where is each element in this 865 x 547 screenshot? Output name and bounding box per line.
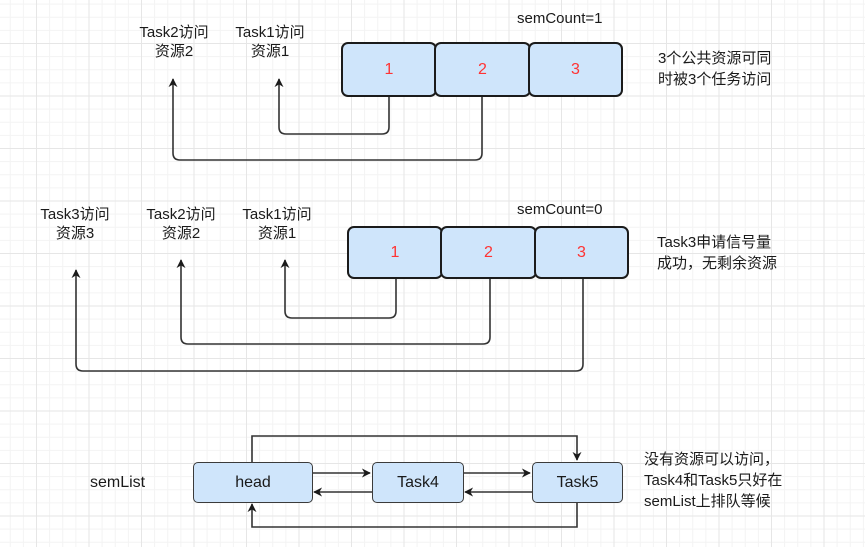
resource-box: 1	[347, 226, 443, 279]
task-label: Task1访问 资源1	[242, 206, 312, 242]
arrow-resource3-to-task3	[71, 269, 584, 372]
resource-box: 2	[440, 226, 537, 279]
task-label: Task3访问 资源3	[40, 206, 110, 242]
link-task5-next-head	[247, 502, 578, 528]
link-head-prev-task5	[251, 435, 582, 462]
resource-box: 3	[528, 42, 623, 97]
annotation-note: Task3申请信号量 成功，无剩余资源	[657, 234, 778, 272]
task-label: Task2访问 资源2	[146, 206, 216, 242]
resource-box: 3	[534, 226, 629, 279]
list-node-task4: Task4	[372, 462, 464, 503]
semlist-label: semList	[90, 474, 146, 491]
annotation-note: 3个公共资源可同 时被3个任务访问	[658, 50, 772, 88]
annotation-note: 没有资源可以访问， Task4和Task5只好在 semList上排队等候	[644, 451, 783, 510]
sem-count-label: semCount=1	[517, 10, 603, 27]
sem-count-label: semCount=0	[517, 201, 603, 218]
resource-box: 1	[341, 42, 437, 97]
list-node-head: head	[193, 462, 313, 503]
list-node-task5: Task5	[532, 462, 623, 503]
resource-box: 2	[434, 42, 531, 97]
task-label: Task2访问 资源2	[139, 24, 209, 60]
task-label: Task1访问 资源1	[235, 24, 305, 60]
